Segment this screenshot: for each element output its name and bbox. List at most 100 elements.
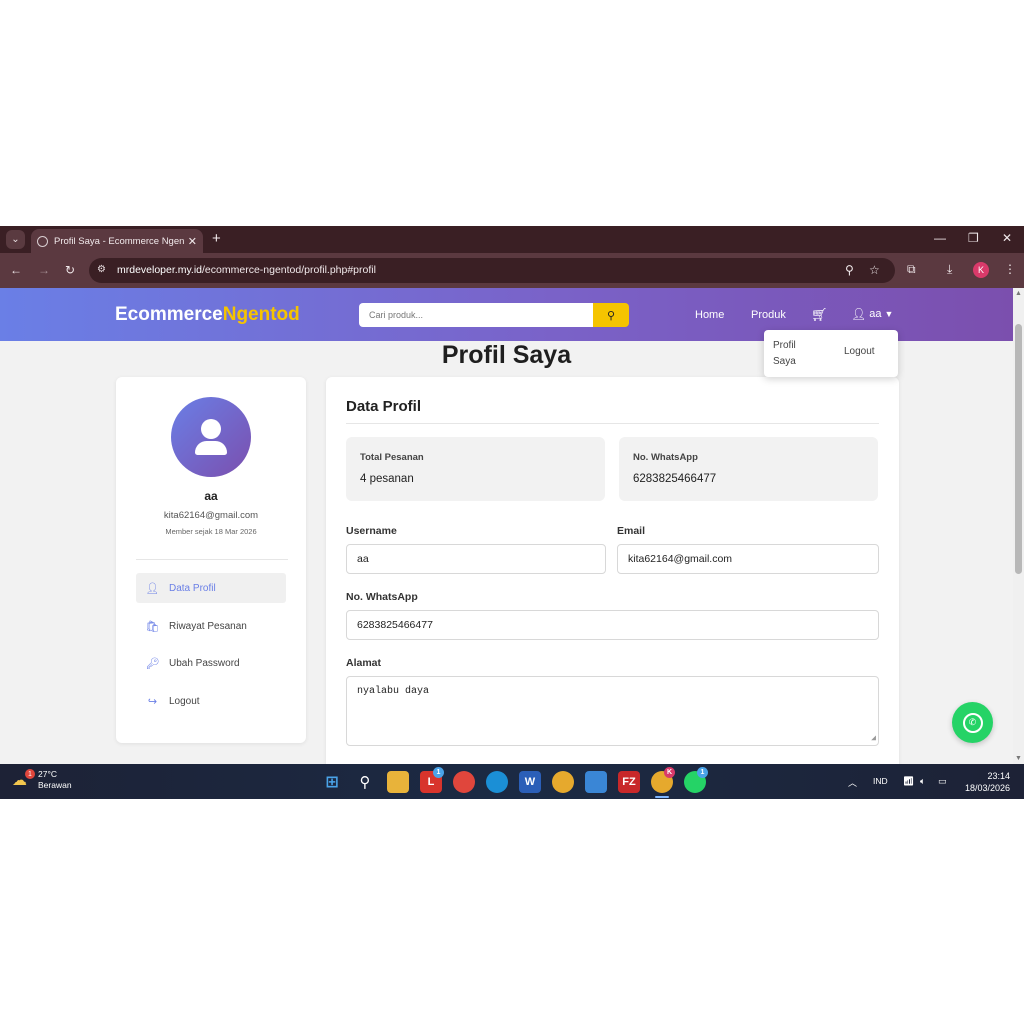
weather-widget[interactable]: ☁ 1 27°C Berawan (12, 769, 72, 791)
app-red-icon[interactable] (453, 771, 475, 793)
wifi-icon[interactable]: 📶︎ (903, 776, 914, 787)
dropdown-profil[interactable]: Profil Saya (773, 338, 813, 370)
brand-part1: Ecommerce (115, 304, 223, 325)
weather-desc: Berawan (38, 780, 72, 790)
close-window-icon[interactable]: ✕ (1002, 231, 1012, 245)
whatsapp-icon: ✆ (962, 712, 983, 733)
sidebar-item-label: Data Profil (169, 582, 216, 594)
brand-logo[interactable]: EcommerceNgentod (115, 304, 300, 326)
email-input[interactable]: kita62164@gmail.com (617, 544, 879, 574)
language-indicator[interactable]: IND (873, 776, 888, 786)
globe-icon (37, 235, 48, 247)
whatsapp-app-icon[interactable]: 1 (684, 767, 708, 793)
sidebar-item-label: Logout (169, 695, 200, 707)
forward-icon[interactable]: → (38, 263, 50, 277)
chrome-icon[interactable] (552, 771, 574, 793)
user-icon: 👤︎ (145, 582, 160, 595)
whatsapp-input[interactable]: 6283825466477 (346, 610, 879, 640)
app-l-icon[interactable]: L1 (420, 767, 444, 793)
web-page: EcommerceNgentod Cari produk... ⚲ Home P… (0, 288, 1013, 764)
member-since: Member sejak 18 Mar 2026 (165, 527, 257, 536)
battery-icon[interactable]: ▭ (938, 776, 947, 787)
word-icon[interactable]: W (519, 771, 541, 793)
user-menu-toggle[interactable]: 👤︎ aa ▼ (851, 307, 893, 321)
taskbar: ☁ 1 27°C Berawan ⊞ ⚲ L1 W FZ K 1 ︿ IND 📶… (0, 764, 1024, 799)
clock-time: 23:14 (987, 771, 1010, 781)
stat-value: 6283825466477 (633, 473, 717, 485)
product-search-input[interactable]: Cari produk... (359, 303, 593, 327)
bookmark-star-icon[interactable]: ☆ (869, 263, 880, 277)
url-domain: mrdeveloper.my.id (117, 264, 203, 276)
username-input[interactable]: aa (346, 544, 606, 574)
site-info-icon[interactable]: ⚙ (97, 264, 106, 275)
search-button[interactable]: ⚲ (593, 303, 629, 327)
brand-part2: Ngentod (222, 304, 300, 325)
logout-icon: ↪ (147, 695, 158, 708)
tab-title: Profil Saya - Ecommerce Ngentod (54, 235, 184, 247)
user-dropdown-menu: Profil Saya Logout (764, 330, 898, 377)
filezilla-icon[interactable]: FZ (618, 771, 640, 793)
back-icon[interactable]: ← (10, 263, 22, 277)
url-text[interactable]: mrdeveloper.my.id/ecommerce-ngentod/prof… (117, 264, 376, 276)
profile-name: aa (204, 489, 218, 503)
zoom-icon[interactable]: ⚲ (845, 263, 854, 277)
scroll-down-icon[interactable]: ▼ (1015, 755, 1022, 762)
alamat-value: nyalabu daya (357, 686, 430, 697)
stat-total-pesanan: Total Pesanan 4 pesanan (346, 437, 605, 501)
reload-icon[interactable]: ↻ (65, 263, 75, 277)
cart-icon[interactable]: 🛒︎ (811, 307, 828, 323)
divider (136, 559, 288, 560)
windows-start-icon[interactable]: ⊞ (321, 771, 343, 793)
key-icon: 🔑︎ (145, 657, 160, 670)
divider (346, 423, 879, 424)
tab-search-button[interactable]: ⌄ (6, 230, 25, 249)
scrollbar-thumb[interactable] (1015, 324, 1022, 574)
browser-profile-avatar[interactable]: K (973, 262, 989, 278)
sidebar-item-label: Ubah Password (169, 657, 240, 669)
scroll-up-icon[interactable]: ▲ (1015, 290, 1022, 297)
chrome-profile-icon[interactable]: K (651, 767, 675, 793)
edge-icon[interactable] (486, 771, 508, 793)
file-explorer-icon[interactable] (387, 771, 409, 793)
address-bar[interactable]: ⚙ mrdeveloper.my.id/ecommerce-ngentod/pr… (89, 258, 895, 283)
download-icon[interactable]: ⤓ (947, 262, 952, 277)
sidebar-item-label: Riwayat Pesanan (169, 620, 247, 632)
system-clock[interactable]: 23:14 18/03/2026 (964, 770, 1010, 794)
close-tab-icon[interactable]: ✕ (188, 235, 197, 248)
resize-grip-icon[interactable]: ◢ (871, 733, 876, 743)
profile-email: kita62164@gmail.com (163, 510, 259, 521)
alamat-textarea[interactable]: nyalabu daya ◢ (346, 676, 879, 746)
stat-whatsapp: No. WhatsApp 6283825466477 (619, 437, 878, 501)
search-icon: ⚲ (606, 309, 616, 322)
browser-tab[interactable]: Profil Saya - Ecommerce Ngentod ✕ (31, 229, 203, 253)
restore-icon[interactable]: ❐ (968, 231, 979, 245)
user-menu-name: aa (869, 308, 882, 320)
active-app-indicator (655, 796, 669, 798)
section-heading: Data Profil (346, 398, 422, 415)
volume-icon[interactable]: 🔈︎ (920, 776, 925, 787)
url-path: /ecommerce-ngentod/profil.php#profil (202, 264, 376, 276)
chevron-up-icon[interactable]: ︿ (848, 776, 857, 789)
store-icon[interactable] (585, 771, 607, 793)
cloud-sun-icon: ☁ 1 (12, 769, 35, 789)
whatsapp-float-button[interactable]: ✆ (952, 702, 993, 743)
sidebar-item-ubah-password[interactable]: 🔑︎ Ubah Password (136, 648, 286, 678)
avatar (171, 397, 251, 477)
extensions-icon[interactable]: ⧉ (907, 262, 916, 277)
nav-produk[interactable]: Produk (751, 309, 786, 321)
browser-menu-icon[interactable]: ⋮ (1004, 262, 1016, 276)
page-scrollbar[interactable]: ▲ ▼ (1013, 288, 1024, 764)
weather-temp: 27°C (38, 769, 57, 779)
chevron-down-icon: ▼ (884, 309, 894, 319)
whatsapp-label: No. WhatsApp (346, 591, 418, 603)
minimize-icon[interactable]: — (934, 231, 946, 245)
sidebar-item-logout[interactable]: ↪ Logout (136, 686, 286, 716)
new-tab-icon[interactable]: + (212, 230, 221, 247)
stat-label: Total Pesanan (360, 452, 424, 463)
nav-home[interactable]: Home (695, 309, 724, 321)
sidebar-item-data-profil[interactable]: 👤︎ Data Profil (136, 573, 286, 603)
sidebar-item-riwayat-pesanan[interactable]: 🛍︎ Riwayat Pesanan (136, 611, 286, 641)
username-label: Username (346, 525, 397, 537)
dropdown-logout[interactable]: Logout (844, 346, 875, 357)
search-icon[interactable]: ⚲ (354, 771, 376, 793)
